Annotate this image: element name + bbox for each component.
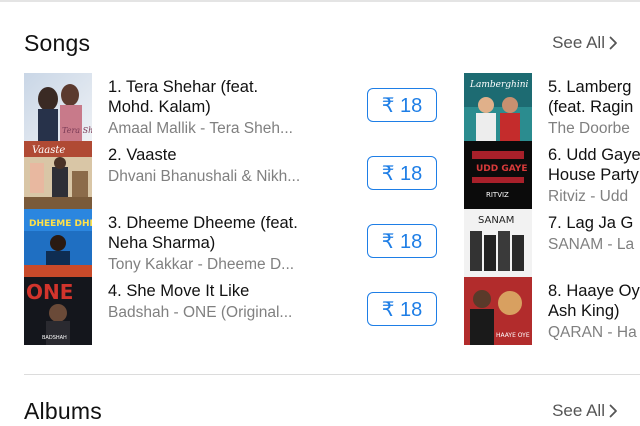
song-title: 1. Tera Shehar (feat. [108,78,259,96]
song-artwork: Vaaste [24,141,92,209]
buy-price-button[interactable]: ₹ 18 [367,156,437,190]
artwork-text: SANAM [478,215,514,226]
song-text: 6. Udd Gaye House Party Ritviz - Udd [548,145,640,207]
section-divider [24,374,640,375]
song-artist-album: QARAN - Ha [548,324,637,341]
artwork-text: ONE [26,280,73,304]
song-artwork: SANAM [464,209,532,277]
song-title: 7. Lag Ja G [548,214,634,232]
song-artwork: Lamberghini [464,73,532,141]
see-all-label: See All [552,401,605,420]
song-title-line2: House Party [548,166,639,184]
artwork-text: DHEEME DHEEME [29,219,92,229]
song-row[interactable]: Vaaste 2. Vaaste Dhvani Bhanushali & Nik… [24,141,444,209]
song-artwork: ONE BADSHAH [24,277,92,345]
song-title-line2: (feat. Ragin [548,98,634,116]
songs-column-right: Lamberghini 5. Lamberg (feat. Ragin The … [464,73,640,345]
song-artwork: UDD GAYE RITVIZ [464,141,532,209]
artwork-small-text: RITVIZ [486,191,509,199]
song-row[interactable]: UDD GAYE RITVIZ 6. Udd Gaye House Party … [464,141,640,209]
song-artist-album: Dhvani Bhanushali & Nikh... [108,168,301,185]
song-artwork: Tera Shehar [24,73,92,141]
song-artist-album: Ritviz - Udd [548,188,629,205]
songs-column-left: Tera Shehar 1. Tera Shehar (feat. Mohd. … [24,73,444,345]
song-title: 6. Udd Gaye [548,146,640,164]
song-artist-album: Amaal Mallik - Tera Sheh... [108,120,293,137]
albums-section-header: Albums See All [24,396,618,426]
top-divider [0,0,640,2]
song-artist-album: The Doorbe [548,120,630,137]
song-artwork: DHEEME DHEEME [24,209,92,277]
buy-price-button[interactable]: ₹ 18 [367,88,437,122]
buy-price-button[interactable]: ₹ 18 [367,224,437,258]
song-row[interactable]: Tera Shehar 1. Tera Shehar (feat. Mohd. … [24,73,444,141]
song-title: 4. She Move It Like [108,282,250,300]
song-row[interactable]: DHEEME DHEEME 3. Dheeme Dheeme (feat. Ne… [24,209,444,277]
song-row[interactable]: ONE BADSHAH 4. She Move It Like Badshah … [24,277,444,345]
song-row[interactable]: SANAM 7. Lag Ja G SANAM - La [464,209,640,277]
artwork-text: Lamberghini [469,80,528,90]
artwork-text: HAAYE OYE [496,332,530,339]
song-title: 8. Haaye Oy [548,282,640,300]
chevron-right-icon [609,36,617,50]
song-text: 2. Vaaste Dhvani Bhanushali & Nikh... [108,145,300,187]
albums-section-title: Albums [24,397,102,424]
song-text: 8. Haaye Oy Ash King) QARAN - Ha [548,281,640,343]
songs-section-header: Songs See All [24,28,618,58]
artwork-text: Vaaste [32,145,65,156]
song-artist-album: SANAM - La [548,236,635,253]
song-text: 3. Dheeme Dheeme (feat. Neha Sharma) Ton… [108,213,298,275]
buy-price-button[interactable]: ₹ 18 [367,292,437,326]
songs-section-title: Songs [24,29,91,56]
song-title: 2. Vaaste [108,146,177,164]
song-title: 3. Dheeme Dheeme (feat. [108,214,298,232]
song-artist-album: Tony Kakkar - Dheeme D... [108,256,295,273]
song-text: 4. She Move It Like Badshah - ONE (Origi… [108,281,292,323]
artwork-small-text: BADSHAH [42,335,67,341]
song-text: 7. Lag Ja G SANAM - La [548,213,634,255]
see-all-label: See All [552,33,605,52]
song-text: 5. Lamberg (feat. Ragin The Doorbe [548,77,633,139]
song-row[interactable]: Lamberghini 5. Lamberg (feat. Ragin The … [464,73,640,141]
artwork-text: Tera Shehar [62,126,92,135]
song-title: 5. Lamberg [548,78,632,96]
song-title-line2: Neha Sharma) [108,234,216,252]
song-title-line2: Ash King) [548,302,620,320]
song-artist-album: Badshah - ONE (Original... [108,304,293,321]
song-title-line2: Mohd. Kalam) [108,98,211,116]
albums-see-all-link[interactable]: See All [552,401,618,421]
song-text: 1. Tera Shehar (feat. Mohd. Kalam) Amaal… [108,77,293,139]
songs-see-all-link[interactable]: See All [552,33,618,53]
artwork-text: UDD GAYE [476,164,528,174]
song-row[interactable]: HAAYE OYE 8. Haaye Oy Ash King) QARAN - … [464,277,640,345]
song-artwork: HAAYE OYE [464,277,532,345]
